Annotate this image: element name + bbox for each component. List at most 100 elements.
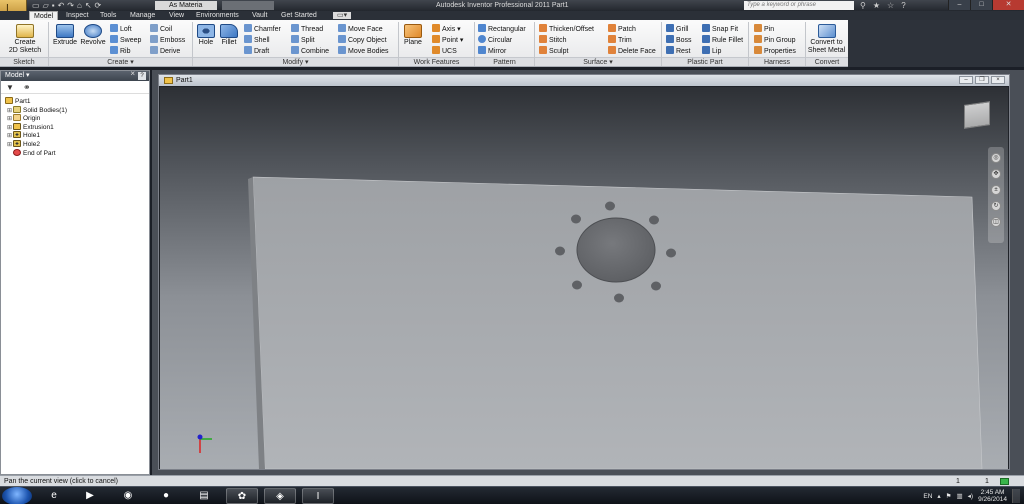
bolt-hole[interactable] [666,248,676,258]
app-icon-2[interactable]: ✿ [226,488,258,504]
subscription-icon[interactable]: ★ [873,1,880,10]
tab-inspect[interactable]: Inspect [62,11,93,20]
boss-button[interactable]: Boss [666,35,692,44]
lip-button[interactable]: Lip [702,46,721,55]
network-icon[interactable]: ▥ [956,492,962,500]
tree-node-end-of-part[interactable]: End of Part [5,148,67,158]
axis-button[interactable]: Axis ▾ [432,24,461,33]
find-binoculars-icon[interactable]: ⚭ [23,82,31,93]
hole-button[interactable]: Hole [195,24,217,47]
volume-icon[interactable]: ◂) [968,492,973,500]
app-icon[interactable]: ● [150,488,182,504]
bolt-hole[interactable] [651,281,661,291]
select-icon[interactable]: ↖ [85,1,92,10]
tree-node-origin[interactable]: ⊞ Origin [5,114,67,123]
tab-get-started[interactable]: Get Started [277,11,321,20]
rectangular-pattern-button[interactable]: Rectangular [478,24,526,33]
create-2d-sketch-button[interactable]: Create 2D Sketch [5,24,45,55]
close-button[interactable]: ✕ [992,0,1024,10]
tree-node-hole1[interactable]: ⊞ Hole1 [5,131,67,140]
filter-icon[interactable]: ▼ [6,83,14,92]
panel-surface-title[interactable]: Surface ▾ [535,57,661,66]
language-indicator[interactable]: EN [923,493,932,500]
bolt-hole[interactable] [555,246,565,256]
bolt-hole[interactable] [572,280,582,290]
open-icon[interactable]: ▱ [43,1,49,10]
shell-button[interactable]: Shell [244,35,270,44]
doc-minimize-button[interactable]: – [959,76,973,84]
browser-header[interactable]: Model ▾ ? × [1,69,149,81]
pin-button[interactable]: Pin [754,24,774,33]
coil-button[interactable]: Coil [150,24,172,33]
pin-group-button[interactable]: Pin Group [754,35,796,44]
tree-node-solid-bodies[interactable]: ⊞ Solid Bodies(1) [5,105,67,115]
circular-pattern-button[interactable]: Circular [478,35,512,44]
clock[interactable]: 2:45 AM 9/26/2014 [978,489,1007,503]
stitch-button[interactable]: Stitch [539,35,567,44]
properties-button[interactable]: Properties [754,46,796,55]
tab-vault[interactable]: Vault [248,11,271,20]
chamfer-button[interactable]: Chamfer [244,24,281,33]
move-bodies-button[interactable]: Move Bodies [338,46,388,55]
point-button[interactable]: Point ▾ [432,35,463,44]
new-icon[interactable]: ▭ [32,1,40,10]
delete-face-button[interactable]: Delete Face [608,46,656,55]
convert-to-sheet-metal-button[interactable]: Convert to Sheet Metal [806,24,847,55]
draft-button[interactable]: Draft [244,46,269,55]
tab-model[interactable]: Model [29,11,59,20]
center-bore-hole[interactable] [576,217,656,283]
extrude-button[interactable]: Extrude [52,24,78,47]
thread-button[interactable]: Thread [291,24,323,33]
help-icon[interactable]: ? [901,1,905,10]
firefox-icon[interactable]: ◉ [112,488,144,504]
pan-icon[interactable]: ✥ [991,169,1001,179]
plane-button[interactable]: Plane [402,24,424,47]
material-dropdown[interactable]: As Materia [155,1,217,10]
panel-modify-title[interactable]: Modify ▾ [193,57,398,66]
snap-fit-button[interactable]: Snap Fit [702,24,738,33]
tab-view[interactable]: View [165,11,188,20]
appearance-dropdown[interactable] [222,1,274,10]
maximize-button[interactable]: □ [970,0,992,10]
loft-button[interactable]: Loft [110,24,132,33]
ribbon-minimize-icon[interactable]: ▭▾ [333,12,352,19]
fillet-button[interactable]: Fillet [218,24,240,47]
browser-help-icon[interactable]: ? [138,72,146,80]
tab-tools[interactable]: Tools [96,11,120,20]
file-explorer-icon[interactable]: ▤ [188,488,220,504]
grill-button[interactable]: Grill [666,24,688,33]
tab-manage[interactable]: Manage [126,11,159,20]
app-icon-3[interactable]: ◈ [264,488,296,504]
tree-node-extrusion1[interactable]: ⊞ Extrusion1 [5,122,67,132]
steering-wheel-icon[interactable]: ◎ [991,153,1001,163]
bolt-hole[interactable] [614,293,624,303]
help-search-input[interactable]: Type a keyword or phrase [744,1,854,10]
update-icon[interactable]: ⟳ [95,1,102,10]
mirror-button[interactable]: Mirror [478,46,506,55]
media-player-icon[interactable]: ▶ [74,488,106,504]
bolt-hole[interactable] [605,201,615,211]
internet-explorer-icon[interactable]: e [38,488,70,504]
ucs-button[interactable]: UCS [432,46,457,55]
tree-node-hole2[interactable]: ⊞ Hole2 [5,139,67,149]
tree-node-part1[interactable]: Part1 [5,97,67,106]
thicken-offset-button[interactable]: Thicken/Offset [539,24,594,33]
tab-environments[interactable]: Environments [192,11,243,20]
3d-viewport[interactable]: ◎ ✥ ± ↻ ◫ [160,87,1008,469]
show-desktop-button[interactable] [1012,489,1020,503]
doc-restore-button[interactable]: ❐ [975,76,989,84]
bolt-hole[interactable] [649,215,659,225]
combine-button[interactable]: Combine [291,46,329,55]
redo-icon[interactable]: ↷ [67,1,74,10]
rule-fillet-button[interactable]: Rule Fillet [702,35,743,44]
browser-close-icon[interactable]: × [130,69,135,79]
favorites-icon[interactable]: ☆ [887,1,894,10]
doc-close-button[interactable]: × [991,76,1005,84]
inventor-icon[interactable]: I [302,488,334,504]
zoom-icon[interactable]: ± [991,185,1001,195]
trim-button[interactable]: Trim [608,35,632,44]
undo-icon[interactable]: ↶ [58,1,65,10]
split-button[interactable]: Split [291,35,315,44]
orbit-icon[interactable]: ↻ [991,201,1001,211]
derive-button[interactable]: Derive [150,46,180,55]
